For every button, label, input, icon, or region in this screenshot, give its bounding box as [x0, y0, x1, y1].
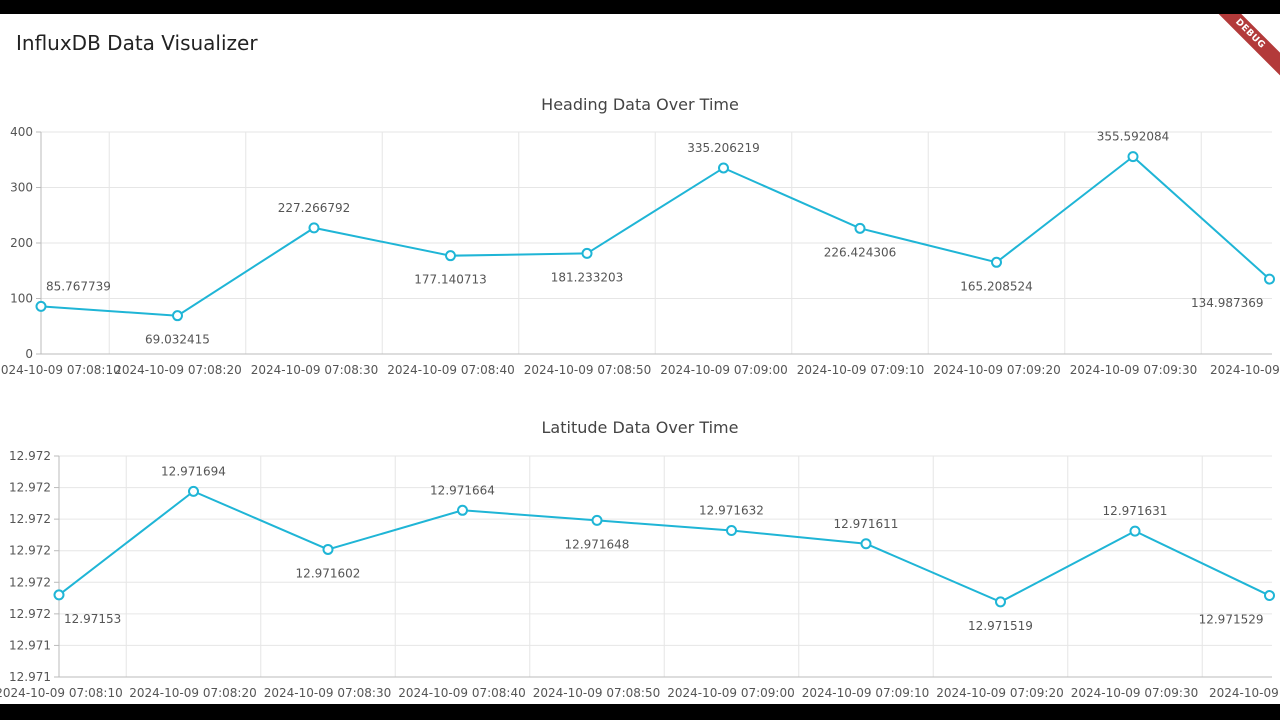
- data-point: [35, 300, 47, 312]
- data-point: [308, 222, 320, 234]
- y-tick-label: 0: [25, 347, 33, 361]
- data-label: 181.233203: [551, 270, 624, 284]
- data-label: 85.767739: [46, 279, 111, 293]
- data-point: [854, 222, 866, 234]
- data-point: [581, 247, 593, 259]
- x-tick-label: 2024-10-09: [1210, 363, 1280, 377]
- data-label: 12.971631: [1103, 504, 1168, 518]
- x-tick-label: 2024-10-09 07:08:40: [387, 363, 514, 377]
- data-label: 12.971602: [296, 566, 361, 580]
- y-tick-label: 12.972: [9, 512, 51, 526]
- data-point: [322, 543, 334, 555]
- data-point: [1264, 590, 1275, 602]
- data-point: [1127, 151, 1139, 163]
- x-tick-label: 2024-10-09 07:08:50: [533, 686, 660, 700]
- x-tick-label: 2024-10-09 07:08:50: [524, 363, 651, 377]
- data-point: [1129, 525, 1141, 537]
- x-tick-label: 2024-10-09 07:08:20: [114, 363, 241, 377]
- data-point: [172, 310, 183, 322]
- data-label: 165.208524: [960, 279, 1033, 293]
- chart-title: Latitude Data Over Time: [542, 418, 739, 437]
- data-point: [995, 596, 1006, 608]
- x-tick-label: 2024-10-09 07:09:20: [936, 686, 1063, 700]
- y-tick-label: 300: [10, 181, 33, 195]
- y-tick-label: 400: [10, 125, 33, 139]
- data-point: [457, 504, 468, 516]
- data-label: 12.971664: [430, 483, 495, 497]
- data-label: 12.971529: [1199, 613, 1264, 627]
- x-tick-label: 2024-10-09 07:09:00: [660, 363, 787, 377]
- data-label: 12.971648: [565, 537, 630, 551]
- data-label: 355.592084: [1097, 130, 1170, 144]
- data-label: 69.032415: [145, 333, 210, 347]
- x-tick-label: 2024-10-09 07:09:00: [667, 686, 794, 700]
- x-tick-label: 2024-10-09 07:09:30: [1071, 686, 1198, 700]
- data-point: [591, 514, 603, 526]
- y-tick-label: 12.972: [9, 607, 51, 621]
- app-title: InfluxDB Data Visualizer: [16, 31, 258, 55]
- data-point: [53, 589, 65, 601]
- data-label: 12.97153: [64, 612, 121, 626]
- data-label: 335.206219: [687, 141, 760, 155]
- y-tick-label: 12.972: [9, 481, 51, 495]
- x-tick-label: 2024-10-09 07:09:20: [933, 363, 1060, 377]
- data-label: 12.971632: [699, 504, 764, 518]
- debug-banner: DEBUG: [1201, 14, 1280, 83]
- x-tick-label: 2024-10-09 07:08:10: [0, 363, 121, 377]
- chart-title: Heading Data Over Time: [541, 95, 739, 114]
- x-tick-label: 2024-10-09 07:08:30: [251, 363, 378, 377]
- data-label: 134.987369: [1191, 296, 1264, 310]
- x-tick-label: 2024-10-09 07:09:30: [1070, 363, 1197, 377]
- y-tick-label: 12.972: [9, 544, 51, 558]
- x-tick-label: 2024-10-09 07:08:40: [398, 686, 525, 700]
- data-label: 177.140713: [414, 273, 487, 287]
- y-tick-label: 12.971: [9, 670, 51, 684]
- data-point: [991, 256, 1002, 268]
- x-tick-label: 2024-10-09 07:08:30: [264, 686, 391, 700]
- data-label: 227.266792: [278, 201, 351, 215]
- app-window: InfluxDB Data Visualizer DEBUG Heading D…: [0, 14, 1280, 704]
- x-tick-label: 2024-10-09 07:08:10: [0, 686, 123, 700]
- data-label: 12.971611: [834, 517, 899, 531]
- data-point: [1264, 273, 1275, 285]
- data-point: [188, 485, 199, 497]
- y-tick-label: 200: [10, 236, 33, 250]
- data-point: [718, 162, 729, 174]
- data-point: [726, 525, 737, 537]
- data-label: 12.971694: [161, 464, 226, 478]
- data-label: 226.424306: [824, 245, 897, 259]
- latitude-chart: Latitude Data Over Time 12.971 12.971 12.97…: [0, 418, 1279, 700]
- data-label: 12.971519: [968, 619, 1033, 633]
- x-tick-label: 2024-10-09 07:09:10: [797, 363, 924, 377]
- y-tick-label: 12.972: [9, 449, 51, 463]
- y-tick-label: 12.971: [9, 638, 51, 652]
- x-tick-label: 2024-10-09 07:09:10: [802, 686, 929, 700]
- y-tick-label: 12.972: [9, 575, 51, 589]
- heading-chart: Heading Data Over Time 0 100 200 300 400 2024-…: [0, 95, 1280, 377]
- x-tick-label: 2024-10-09 07:08:20: [129, 686, 256, 700]
- data-point: [445, 250, 456, 262]
- y-tick-label: 100: [10, 292, 33, 306]
- data-point: [860, 538, 872, 550]
- x-tick-label: 2024-10-09: [1209, 686, 1279, 700]
